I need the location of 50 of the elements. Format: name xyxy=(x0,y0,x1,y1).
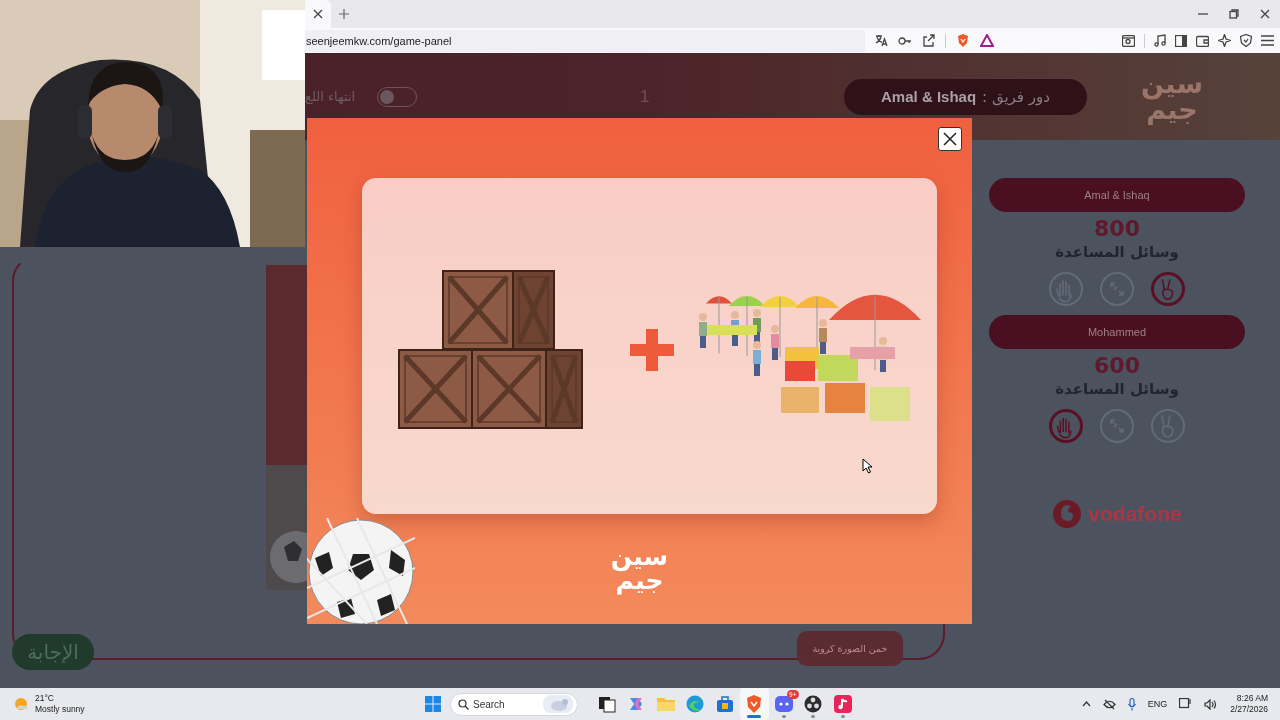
cursor-icon xyxy=(862,458,873,474)
sidebar-icon[interactable] xyxy=(1175,34,1187,47)
chevron-up-icon[interactable] xyxy=(1081,701,1091,707)
team-score: 600 xyxy=(1094,353,1140,379)
new-tab-icon[interactable] xyxy=(339,9,349,19)
key-icon[interactable] xyxy=(898,35,912,46)
close-button[interactable] xyxy=(938,127,962,151)
wallet-icon[interactable] xyxy=(1196,34,1209,47)
sponsor-logo: vodafone xyxy=(1088,502,1182,526)
gamepad-icon xyxy=(773,694,794,714)
volume-icon[interactable] xyxy=(1204,698,1219,710)
squares-icon xyxy=(596,694,617,714)
end-game-label: انتهاء اللع xyxy=(305,89,357,104)
eye-off-icon[interactable] xyxy=(1102,698,1116,710)
share-icon[interactable] xyxy=(922,34,935,47)
microphone-icon[interactable] xyxy=(1127,697,1136,711)
team-score: 800 xyxy=(1094,216,1140,242)
bag-icon xyxy=(714,694,735,714)
windows-icon[interactable] xyxy=(424,695,442,713)
temperature: 21°C xyxy=(35,693,55,704)
logo: سين جيم xyxy=(610,545,669,593)
team-name: Amal & Ishaq xyxy=(881,88,977,105)
menu-icon[interactable] xyxy=(1261,35,1274,46)
sparkle-icon[interactable] xyxy=(1218,34,1231,47)
logo: سين جيم xyxy=(1140,70,1204,123)
close-icon xyxy=(943,132,957,146)
triangle-icon[interactable] xyxy=(980,34,994,47)
weather-condition: Mostly sunny xyxy=(35,704,85,715)
browser-tab[interactable] xyxy=(305,0,331,28)
globe-icon xyxy=(685,694,706,714)
music-icon[interactable] xyxy=(1154,34,1166,47)
language-indicator[interactable]: ENG xyxy=(1147,699,1168,709)
note-icon xyxy=(832,694,853,714)
monitor-icon[interactable] xyxy=(1179,698,1193,710)
shield-icon[interactable] xyxy=(1240,34,1252,47)
team-name: Amal & Ishaq xyxy=(989,178,1245,212)
hint-button[interactable]: خمن الصورة كروية xyxy=(797,631,903,666)
team-name: Mohammed xyxy=(989,315,1245,349)
clock[interactable]: 8:26 AM 2/27/2026 xyxy=(1230,693,1268,715)
plus-icon xyxy=(630,329,674,371)
turn-label: دور فريق : xyxy=(982,87,1050,106)
translate-icon[interactable] xyxy=(875,34,888,47)
address-field[interactable]: seenjeemkw.com/game-panel xyxy=(305,29,865,52)
close-icon[interactable] xyxy=(313,9,323,19)
restore-icon[interactable] xyxy=(1228,9,1239,19)
close-icon[interactable] xyxy=(1259,9,1270,19)
tab-search-icon[interactable] xyxy=(1122,34,1135,47)
vodafone-logo-icon xyxy=(1052,499,1083,529)
search-icon xyxy=(458,698,469,710)
circle-icon xyxy=(803,694,824,714)
